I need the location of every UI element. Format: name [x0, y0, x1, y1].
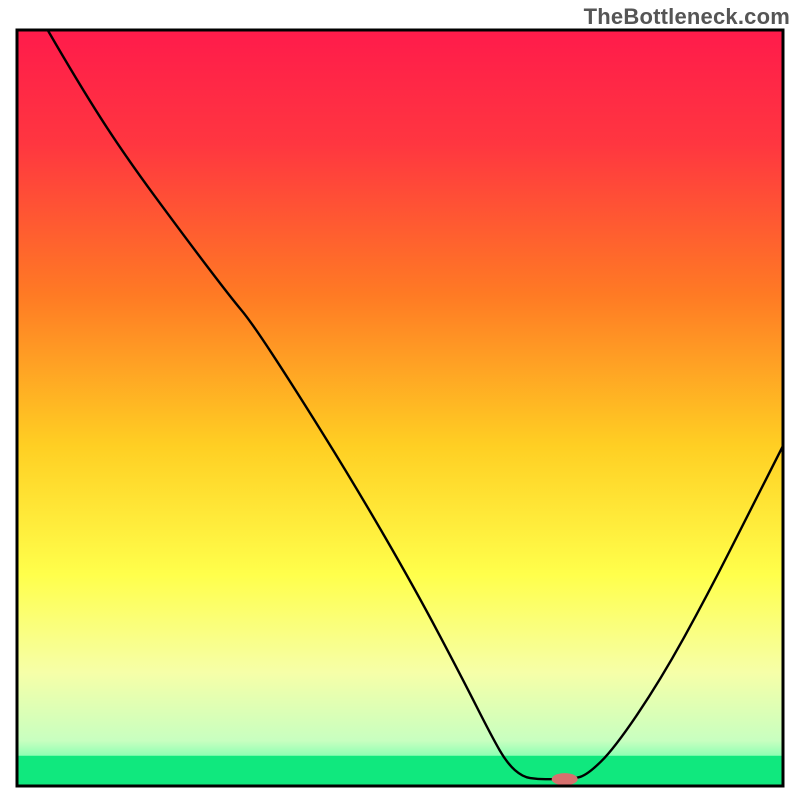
optimal-zone-strip	[17, 756, 783, 786]
chart-svg	[0, 0, 800, 800]
watermark-text: TheBottleneck.com	[584, 4, 790, 30]
gradient-background	[17, 30, 783, 786]
result-marker	[552, 773, 578, 785]
chart-frame: TheBottleneck.com	[0, 0, 800, 800]
